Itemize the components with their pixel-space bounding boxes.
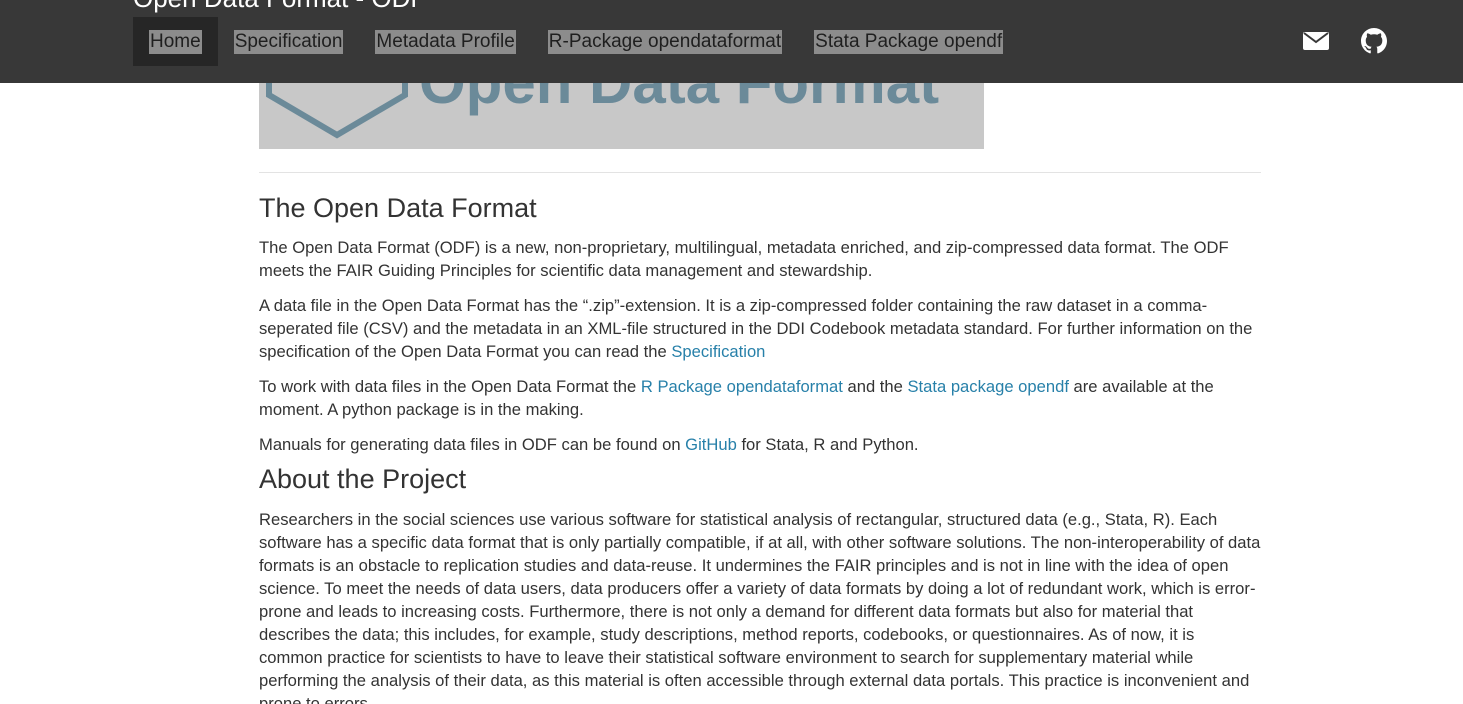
github-icon[interactable] [1361, 28, 1387, 54]
paragraph-about-project: Researchers in the social sciences use v… [259, 510, 1261, 704]
nav-item-specification[interactable]: Specification [218, 17, 360, 66]
nav-item-label: Stata Package opendf [814, 29, 1004, 54]
nav-item-label: R-Package opendataformat [547, 29, 783, 54]
section-title-open-data-format: The Open Data Format [259, 193, 537, 223]
paragraph-text: and the [842, 377, 908, 396]
nav-item-stata-package[interactable]: Stata Package opendf [798, 17, 1019, 66]
nav-menu: Home Specification Metadata Profile R-Pa… [133, 17, 1019, 66]
section-title-about-project: About the Project [259, 464, 467, 494]
top-navbar: Open Data Format - ODF Home Specificatio… [0, 0, 1463, 83]
envelope-icon[interactable] [1303, 28, 1329, 54]
section-divider [259, 172, 1261, 173]
nav-item-label: Specification [233, 29, 344, 54]
site-brand[interactable]: Open Data Format - ODF [133, 0, 426, 12]
nav-item-label: Home [149, 29, 202, 54]
nav-item-r-package[interactable]: R-Package opendataformat [532, 17, 798, 66]
paragraph-packages: To work with data files in the Open Data… [259, 375, 1261, 421]
specification-link[interactable]: Specification [671, 342, 765, 361]
nav-item-label: Metadata Profile [375, 29, 516, 54]
paragraph-file-description: A data file in the Open Data Format has … [259, 294, 1261, 363]
paragraph-text: for Stata, R and Python. [736, 435, 919, 454]
nav-item-home[interactable]: Home [133, 17, 218, 66]
stata-package-link[interactable]: Stata package opendf [907, 377, 1068, 396]
r-package-link[interactable]: R Package opendataformat [641, 377, 843, 396]
paragraph-text: To work with data files in the Open Data… [259, 377, 641, 396]
paragraph-intro: The Open Data Format (ODF) is a new, non… [259, 238, 1229, 280]
nav-item-metadata-profile[interactable]: Metadata Profile [359, 17, 531, 66]
page: Open Data Format Open Data Format - ODF … [0, 0, 1463, 704]
paragraph-text: Manuals for generating data files in ODF… [259, 435, 686, 454]
github-link[interactable]: GitHub [685, 435, 737, 454]
nav-icon-group [1303, 28, 1387, 54]
paragraph-manuals: Manuals for generating data files in ODF… [259, 433, 1261, 456]
